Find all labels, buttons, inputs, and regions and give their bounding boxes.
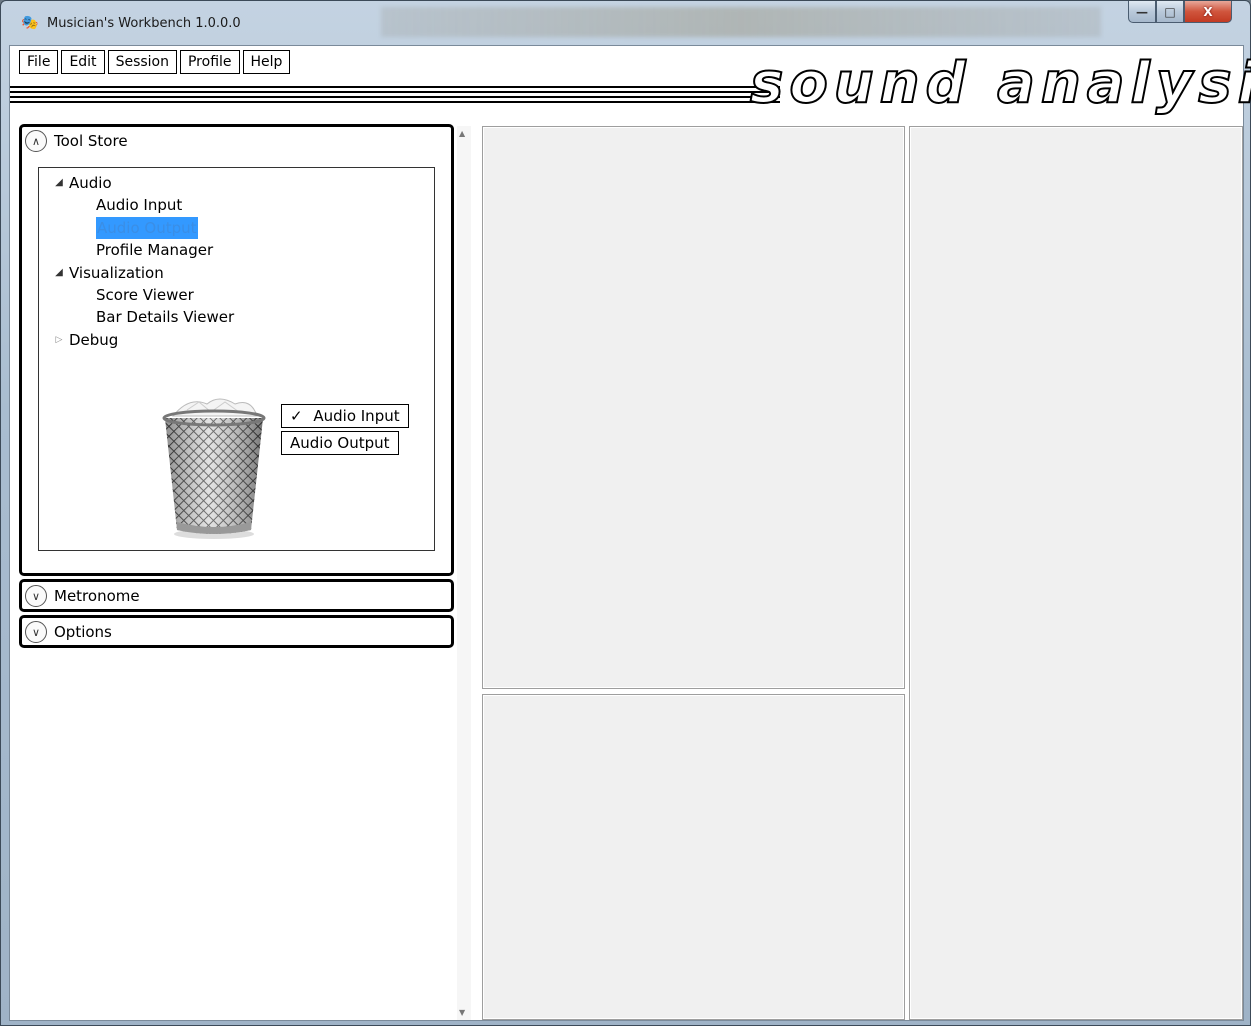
metronome-expander: ∨ Metronome	[19, 579, 454, 612]
scroll-up-arrow-icon[interactable]: ▲	[459, 129, 465, 138]
tree-node-label: Visualization	[69, 263, 164, 282]
tool-tree: ◢ Audio Audio Input Audio Output Profile…	[49, 172, 234, 351]
banner-lines	[10, 86, 780, 106]
window-title: Musician's Workbench 1.0.0.0	[47, 16, 241, 31]
tool-store-label: Tool Store	[54, 132, 128, 150]
app-window: 🎭 Musician's Workbench 1.0.0.0 — □ X sou…	[0, 0, 1251, 1026]
left-panel-scrollbar[interactable]: ▲ ▼	[457, 126, 471, 1020]
options-expander: ∨ Options	[19, 615, 454, 648]
workspace-pane-top-left[interactable]	[482, 126, 905, 689]
audio-input-chip[interactable]: ✓ Audio Input	[281, 404, 409, 428]
tree-item-bar-details-viewer[interactable]: Bar Details Viewer	[49, 306, 234, 328]
tree-item-label-selected: Audio Output	[96, 216, 198, 240]
chevron-down-icon[interactable]: ∨	[25, 621, 47, 643]
audio-output-chip[interactable]: Audio Output	[281, 431, 399, 455]
tree-item-label: Bar Details Viewer	[96, 308, 235, 327]
tree-node-audio[interactable]: ◢ Audio	[49, 172, 234, 194]
collapsed-arrow-icon[interactable]: ▷	[49, 329, 69, 351]
tree-node-label: Audio	[69, 174, 112, 192]
menu-profile[interactable]: Profile	[179, 50, 240, 74]
client-area: sound analysis File Edit Session Profile…	[9, 45, 1251, 1021]
title-bar-background	[381, 7, 1101, 37]
metronome-label: Metronome	[54, 587, 140, 605]
minimize-button[interactable]: —	[1128, 1, 1156, 23]
workspace-pane-right[interactable]	[909, 126, 1243, 1020]
chevron-down-icon[interactable]: ∨	[25, 585, 47, 607]
close-button[interactable]: X	[1184, 1, 1232, 23]
recycle-bin-icon[interactable]	[159, 396, 269, 541]
metronome-header[interactable]: ∨ Metronome	[22, 582, 451, 610]
mask-icon[interactable]: 🎭	[21, 15, 39, 31]
workspace-pane-bottom-left[interactable]	[482, 694, 905, 1020]
tree-node-label: Debug	[69, 330, 119, 349]
check-icon: ✓	[290, 407, 303, 425]
chevron-up-icon[interactable]: ∧	[25, 130, 47, 152]
tree-item-label: Score Viewer	[96, 285, 194, 304]
menu-session[interactable]: Session	[107, 50, 177, 74]
tool-tree-view[interactable]: ◢ Audio Audio Input Audio Output Profile…	[38, 167, 435, 551]
menu-file[interactable]: File	[19, 50, 59, 74]
menu-help[interactable]: Help	[242, 50, 291, 74]
tree-item-label: Profile Manager	[96, 241, 214, 260]
tree-item-score-viewer[interactable]: Score Viewer	[49, 284, 234, 306]
chip-label: Audio Input	[313, 407, 400, 425]
expanded-arrow-icon[interactable]: ◢	[49, 262, 69, 284]
expanded-arrow-icon[interactable]: ◢	[49, 172, 69, 194]
menu-bar: File Edit Session Profile Help	[19, 50, 291, 74]
title-bar[interactable]: 🎭 Musician's Workbench 1.0.0.0 — □ X	[1, 1, 1250, 45]
options-label: Options	[54, 623, 112, 641]
tool-store-header[interactable]: ∧ Tool Store	[22, 127, 451, 155]
left-panel: ∧ Tool Store ◢ Audio Audio Input Audio O	[19, 124, 454, 651]
options-header[interactable]: ∨ Options	[22, 618, 451, 646]
menu-edit[interactable]: Edit	[61, 50, 105, 74]
tree-item-audio-input[interactable]: Audio Input	[49, 194, 234, 216]
maximize-button[interactable]: □	[1156, 1, 1184, 23]
tree-node-debug[interactable]: ▷ Debug	[49, 329, 234, 351]
tree-item-label: Audio Input	[96, 196, 183, 215]
scroll-down-arrow-icon[interactable]: ▼	[459, 1008, 465, 1017]
tree-item-profile-manager[interactable]: Profile Manager	[49, 239, 234, 261]
tool-store-expander: ∧ Tool Store ◢ Audio Audio Input Audio O	[19, 124, 454, 576]
caption-buttons: — □ X	[1128, 1, 1232, 23]
tree-node-visualization[interactable]: ◢ Visualization	[49, 262, 234, 284]
chip-label: Audio Output	[290, 434, 390, 452]
banner-logo: sound analysis	[749, 50, 1251, 117]
tree-item-audio-output[interactable]: Audio Output	[49, 216, 234, 240]
